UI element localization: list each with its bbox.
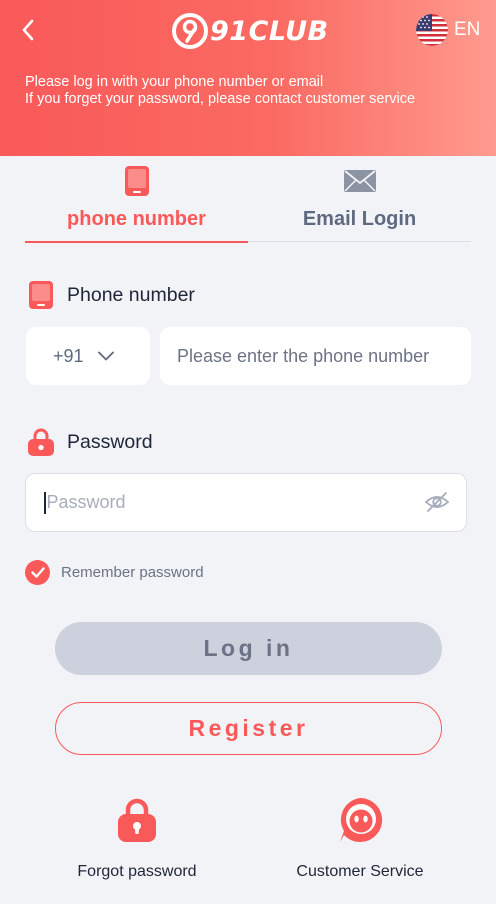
logo-mark-icon xyxy=(172,13,208,49)
remember-label: Remember password xyxy=(61,564,204,581)
phone-icon xyxy=(29,281,53,309)
password-placeholder: Password xyxy=(46,492,126,512)
phone-number-title: Phone number xyxy=(28,281,195,309)
eye-off-icon[interactable] xyxy=(424,491,450,513)
phone-number-input[interactable]: Please enter the phone number xyxy=(160,327,471,385)
tab-phone-label: phone number xyxy=(67,208,206,230)
customer-service-link[interactable]: Customer Service xyxy=(260,795,460,881)
forgot-password-link[interactable]: Forgot password xyxy=(37,795,237,881)
checkmark-icon xyxy=(30,567,45,578)
country-code-value: +91 xyxy=(53,345,84,366)
notice-line-2: If you forget your password, please cont… xyxy=(25,90,416,107)
lock-icon xyxy=(118,798,156,842)
login-button[interactable]: Log in xyxy=(55,622,442,675)
remember-checkbox[interactable] xyxy=(25,560,50,585)
lock-icon xyxy=(28,428,54,456)
password-label: Password xyxy=(67,430,153,453)
text-caret xyxy=(44,491,46,514)
password-input[interactable]: Password xyxy=(25,473,467,532)
customer-service-label: Customer Service xyxy=(296,863,424,880)
phone-icon xyxy=(124,166,149,196)
language-label: EN xyxy=(454,19,481,40)
chevron-down-icon xyxy=(97,351,114,361)
forgot-password-label: Forgot password xyxy=(77,863,197,880)
mail-icon xyxy=(343,170,376,192)
login-tabs: phone number Email Login xyxy=(25,160,471,243)
notice-line-1: Please log in with your phone number or … xyxy=(25,74,324,90)
language-selector[interactable]: EN xyxy=(416,14,480,46)
back-button[interactable] xyxy=(14,16,42,44)
customer-service-icon xyxy=(340,797,383,842)
header: 91CLUB EN Please log in with your phone … xyxy=(0,0,496,156)
password-title: Password xyxy=(28,428,153,456)
logo: 91CLUB xyxy=(172,12,329,50)
phone-number-placeholder: Please enter the phone number xyxy=(177,345,430,366)
tab-phone-number[interactable]: phone number xyxy=(25,160,248,243)
tab-email-login[interactable]: Email Login xyxy=(248,160,471,242)
country-code-select[interactable]: +91 xyxy=(26,327,150,385)
register-button[interactable]: Register xyxy=(55,702,442,755)
tab-email-label: Email Login xyxy=(302,208,417,230)
login-notice: Please log in with your phone number or … xyxy=(25,74,415,107)
us-flag-icon xyxy=(416,14,448,46)
remember-password[interactable]: Remember password xyxy=(25,560,204,585)
logo-text: 91CLUB xyxy=(210,15,329,47)
phone-number-label: Phone number xyxy=(67,283,195,306)
chevron-left-icon xyxy=(22,19,34,41)
